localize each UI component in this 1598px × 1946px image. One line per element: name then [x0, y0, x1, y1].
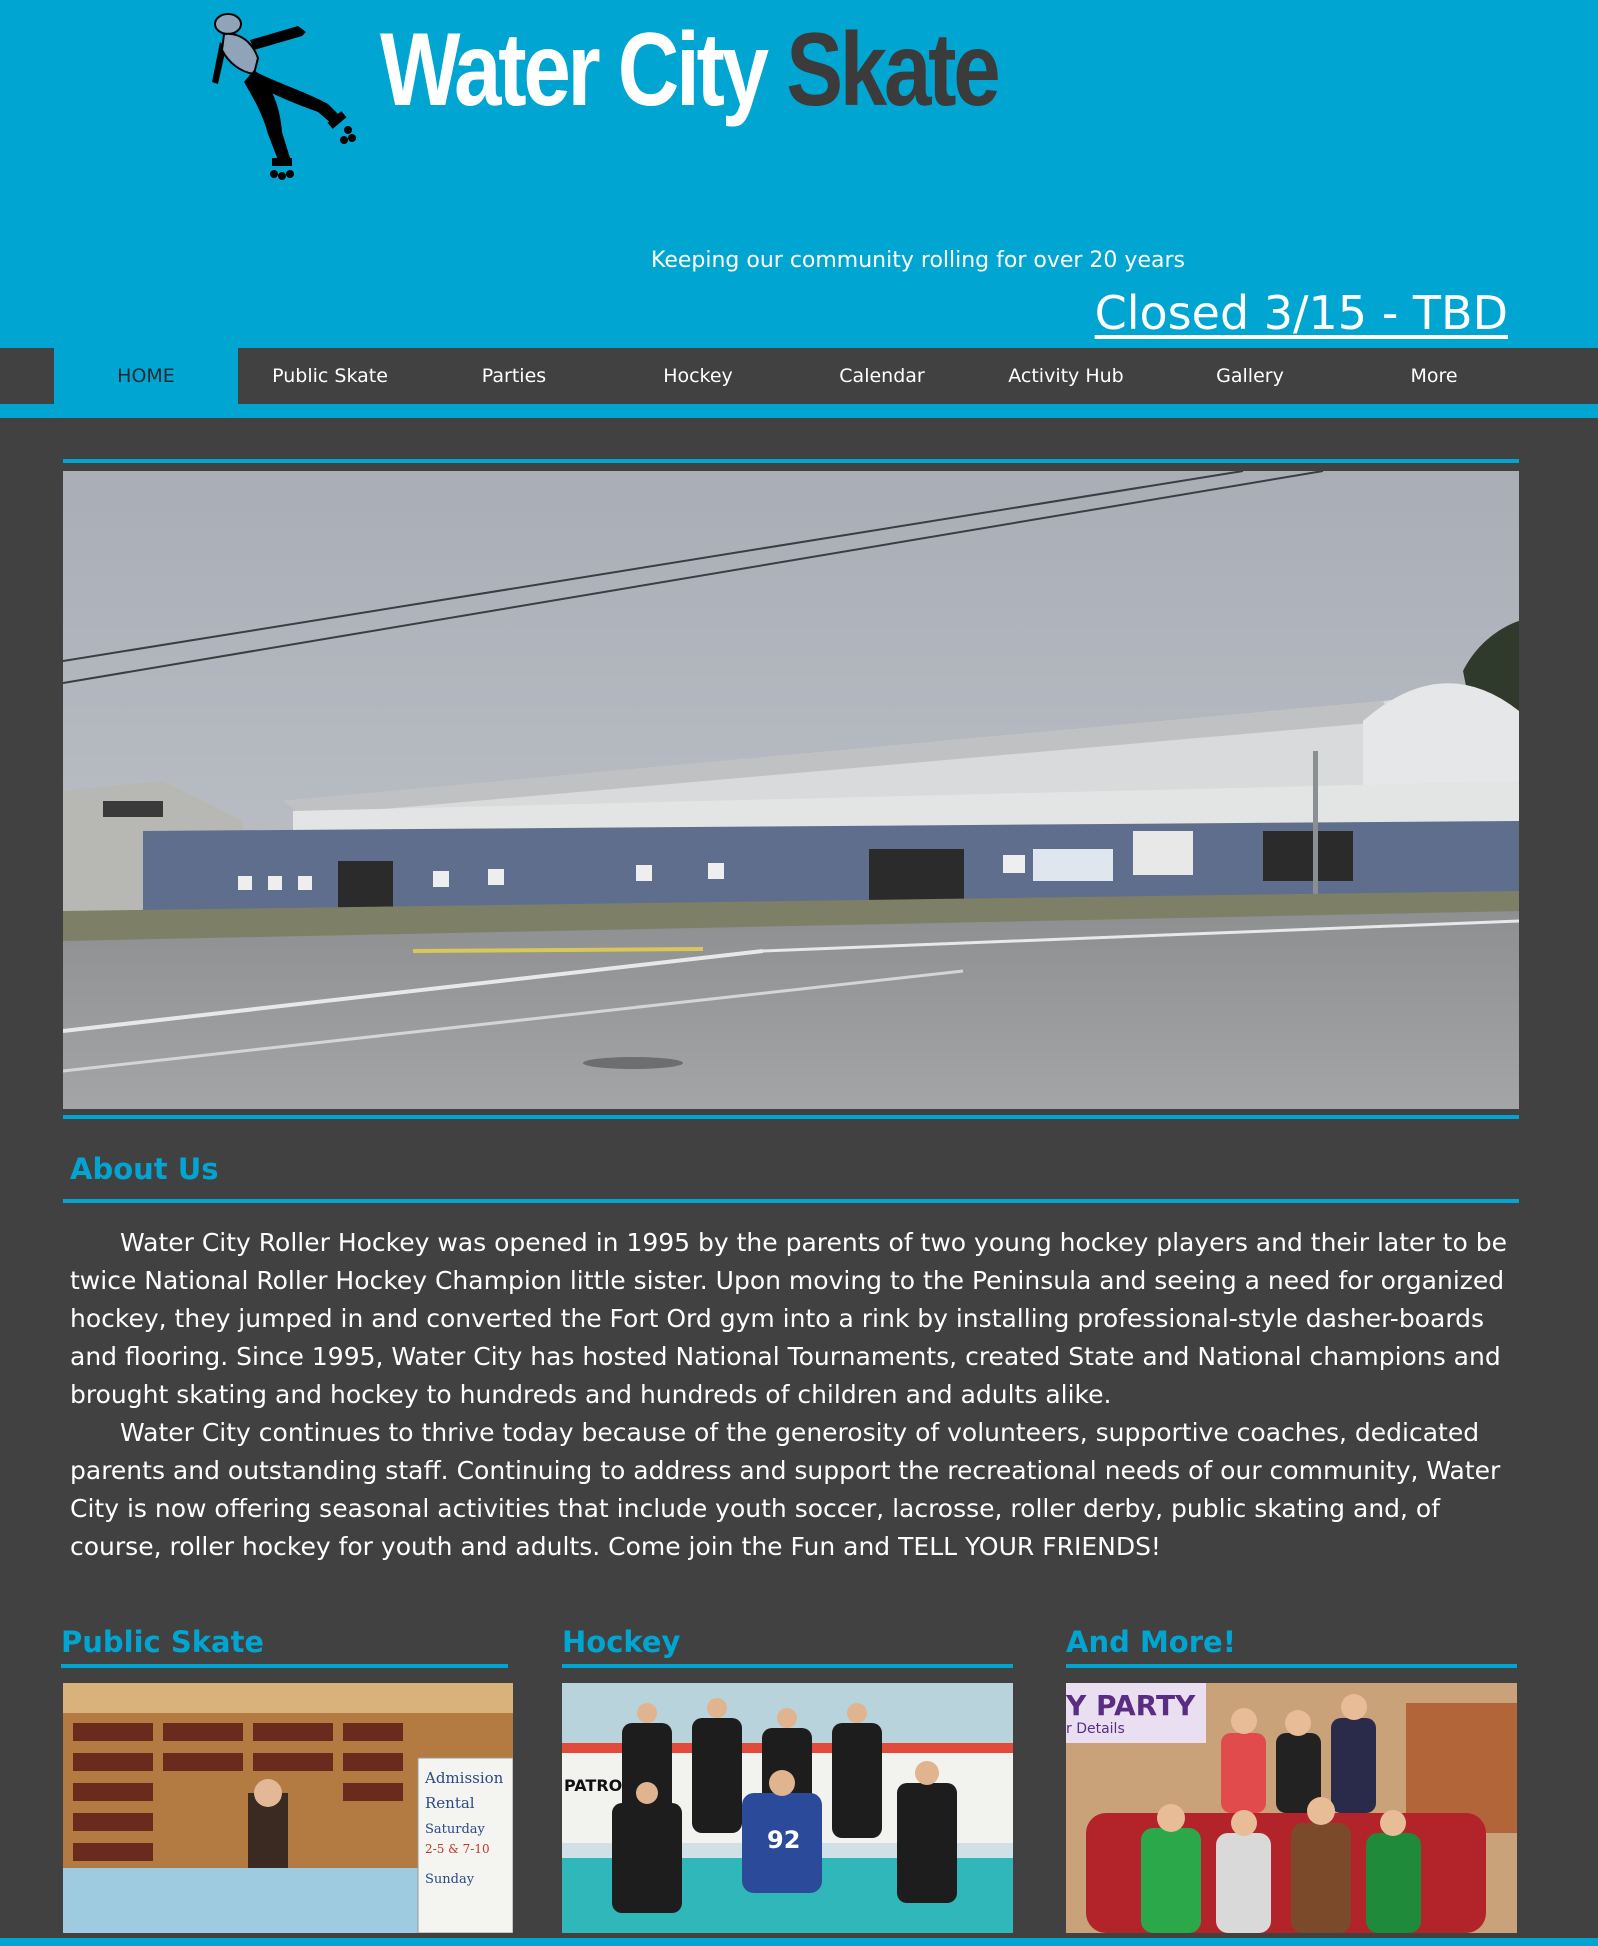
nav-item-parties[interactable]: Parties: [422, 348, 606, 404]
nav-item-home[interactable]: HOME: [54, 348, 238, 404]
sign-admission: Admission: [424, 1769, 504, 1787]
skater-logo-icon: [212, 13, 356, 180]
hero-top-divider: [63, 459, 1519, 463]
card-divider-hockey: [562, 1664, 1013, 1668]
logo-title-white: Water City: [380, 12, 769, 128]
card-divider-public-skate: [61, 1664, 508, 1668]
nav-item-activity-hub[interactable]: Activity Hub: [974, 348, 1158, 404]
nav-item-hockey[interactable]: Hockey: [606, 348, 790, 404]
logo-title-dark: Skate: [786, 12, 1000, 128]
hero-image-rink-building: [63, 471, 1519, 1109]
nav-item-gallery[interactable]: Gallery: [1158, 348, 1342, 404]
bottom-accent-strip: [0, 1938, 1598, 1946]
about-paragraph-2: Water City continues to thrive today bec…: [70, 1418, 1501, 1561]
about-heading: About Us: [70, 1152, 219, 1186]
card-title-hockey[interactable]: Hockey: [562, 1625, 680, 1659]
hero-bottom-divider: [63, 1115, 1519, 1119]
site-logo-title[interactable]: Water City Skate: [380, 18, 1001, 122]
about-text: Water City Roller Hockey was opened in 1…: [70, 1224, 1530, 1566]
site-tagline: Keeping our community rolling for over 2…: [651, 248, 1185, 273]
sign-saturday: Saturday: [425, 1822, 486, 1837]
nav-item-public-skate[interactable]: Public Skate: [238, 348, 422, 404]
sign-rental: Rental: [425, 1794, 475, 1812]
closed-notice-link[interactable]: Closed 3/15 - TBD: [1095, 286, 1508, 340]
hockey-team-image[interactable]: PATROL 92: [562, 1683, 1013, 1933]
public-skate-image[interactable]: Admission Rental Saturday 2-5 & 7-10 Sun…: [63, 1683, 513, 1933]
nav-item-calendar[interactable]: Calendar: [790, 348, 974, 404]
nav-item-more[interactable]: More: [1342, 348, 1526, 404]
jersey-number: 92: [767, 1826, 800, 1854]
nav-items: HOME Public Skate Parties Hockey Calenda…: [54, 348, 1526, 404]
sign-sunday: Sunday: [425, 1872, 475, 1887]
main-nav: HOME Public Skate Parties Hockey Calenda…: [0, 348, 1598, 418]
nav-underline: [0, 404, 1598, 418]
card-divider-and-more: [1066, 1664, 1517, 1668]
party-banner-subtext: r Details: [1066, 1721, 1125, 1737]
about-divider: [63, 1199, 1519, 1203]
about-paragraph-1: Water City Roller Hockey was opened in 1…: [70, 1228, 1507, 1409]
and-more-party-image[interactable]: Y PARTY r Details: [1066, 1683, 1517, 1933]
party-banner-text: Y PARTY: [1066, 1689, 1196, 1722]
card-title-and-more[interactable]: And More!: [1066, 1625, 1236, 1659]
card-title-public-skate[interactable]: Public Skate: [61, 1625, 264, 1659]
site-header: Water City Skate Keeping our community r…: [0, 0, 1598, 348]
sign-saturday-hours: 2-5 & 7-10: [425, 1842, 490, 1856]
